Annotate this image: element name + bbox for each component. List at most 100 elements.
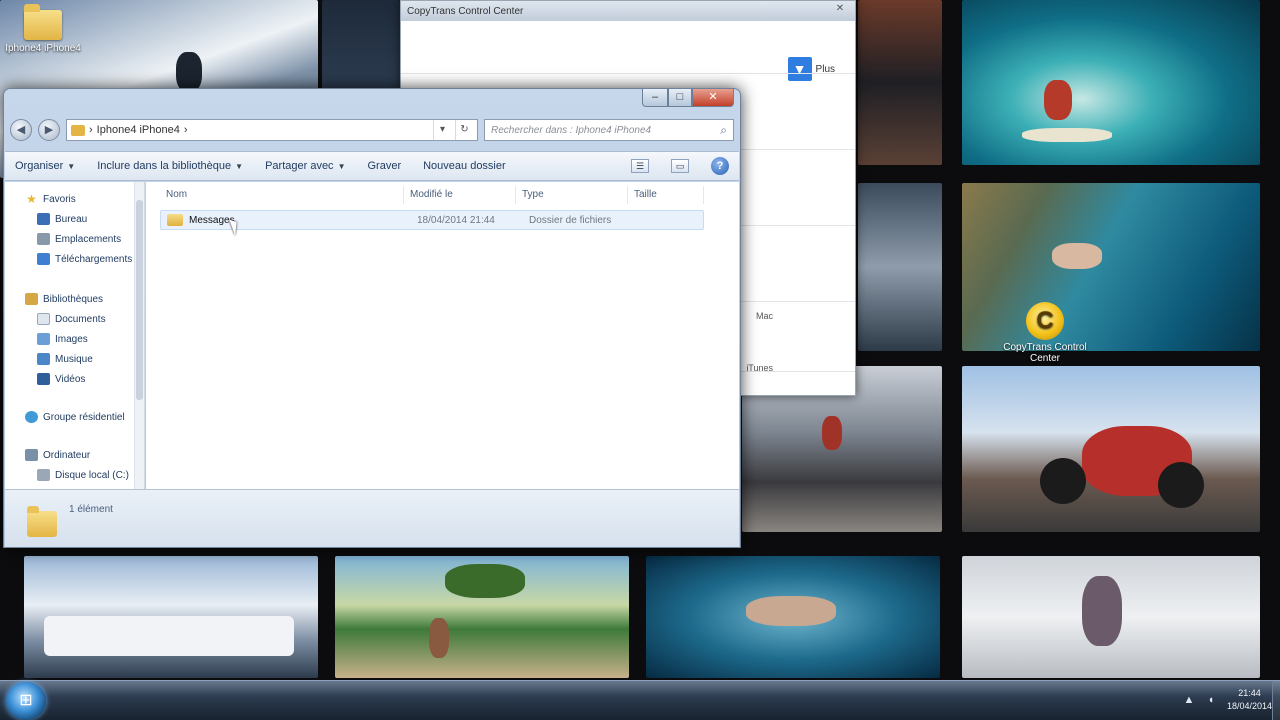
download-icon: ▼ [787, 57, 812, 81]
chevron-down-icon: ▼ [67, 161, 76, 171]
refresh-icon[interactable]: ↻ [455, 120, 473, 140]
clock-date: 18/04/2014 [1226, 701, 1272, 711]
nav-item-computer[interactable]: Ordinateur [25, 446, 90, 464]
wallpaper-photo-surfer [962, 0, 1260, 165]
column-header-name[interactable]: Nom [160, 186, 404, 204]
command-bar: Organiser ▼ Inclure dans la bibliothèque… [5, 151, 739, 181]
details-pane: 1 élément [5, 489, 739, 547]
nav-item-images[interactable]: Images [37, 330, 88, 348]
address-path[interactable]: Iphone4 iPhone4 [97, 124, 180, 136]
address-row: ◀ ▶ › Iphone4 iPhone4 › ▾ ↻ Rechercher d… [10, 117, 734, 143]
desktop-icon-iphone-folder[interactable]: Iphone4 iPhone4 [0, 4, 86, 54]
desktop-icon-control-center[interactable]: C CopyTrans Control Center [1002, 302, 1088, 364]
include-label: Inclure dans la bibliothèque [97, 160, 232, 172]
chevron-down-icon: ▼ [337, 161, 346, 171]
address-separator: › [89, 124, 93, 136]
column-header-modified[interactable]: Modifié le [404, 186, 516, 204]
nav-item-desktop[interactable]: Bureau [37, 210, 87, 228]
disk-icon [37, 469, 50, 481]
address-bar[interactable]: › Iphone4 iPhone4 › ▾ ↻ [66, 119, 478, 141]
nav-item-recent-places[interactable]: Emplacements [37, 230, 121, 248]
search-placeholder: Rechercher dans : Iphone4 iPhone4 [491, 124, 652, 136]
recent-places-icon [37, 233, 50, 245]
taskbar: ⊞ ▲ ◖ 21:44 18/04/2014 [0, 680, 1280, 720]
maximize-button[interactable]: □ [668, 89, 692, 107]
nav-label: Téléchargements [55, 253, 133, 265]
nav-scrollbar-thumb[interactable] [136, 200, 143, 400]
videos-icon [37, 373, 50, 385]
window-caption-buttons: – □ ✕ [642, 89, 734, 107]
nav-label: Documents [55, 313, 106, 325]
show-desktop-button[interactable] [1272, 681, 1280, 720]
nav-scrollbar[interactable] [134, 182, 144, 490]
star-icon: ★ [26, 192, 37, 206]
start-icon: ⊞ [19, 692, 33, 709]
control-center-titlebar: CopyTrans Control Center ✕ [401, 1, 855, 21]
homegroup-icon [25, 411, 38, 423]
search-input[interactable]: Rechercher dans : Iphone4 iPhone4 ⌕ [484, 119, 734, 141]
file-modified: 18/04/2014 21:44 [417, 214, 495, 226]
address-separator: › [183, 124, 188, 136]
burn-label: Graver [367, 160, 402, 172]
close-button[interactable]: ✕ [692, 89, 734, 107]
control-center-item-mac[interactable]: Mac [756, 311, 773, 321]
wallpaper-photo-skier [962, 556, 1260, 678]
nav-label: Groupe résidentiel [43, 411, 125, 423]
wallpaper-photo-palm [335, 556, 629, 678]
minimize-button[interactable]: – [642, 89, 668, 107]
item-count: 1 élément [69, 504, 113, 515]
close-icon[interactable]: ✕ [825, 3, 855, 19]
column-header-type[interactable]: Type [516, 186, 628, 204]
network-icon[interactable]: ▲ [1183, 694, 1195, 706]
nav-item-videos[interactable]: Vidéos [37, 370, 85, 388]
wallpaper-photo-climber [858, 183, 942, 351]
control-center-title: CopyTrans Control Center [407, 5, 524, 17]
help-icon[interactable]: ? [711, 157, 729, 175]
chevron-down-icon[interactable]: ▾ [433, 120, 451, 140]
wallpaper-photo-motocross [962, 366, 1260, 532]
burn-button[interactable]: Graver [367, 160, 401, 172]
images-icon [37, 333, 50, 345]
nav-label: Favoris [43, 193, 76, 205]
search-icon[interactable]: ⌕ [720, 123, 727, 138]
folder-icon [71, 124, 85, 136]
nav-item-music[interactable]: Musique [37, 350, 93, 368]
organize-button[interactable]: Organiser ▼ [15, 160, 75, 172]
forward-icon[interactable]: ▶ [38, 119, 60, 141]
libraries-icon [25, 293, 38, 305]
speaker-icon[interactable]: ◖ [1205, 694, 1217, 706]
share-with-button[interactable]: Partager avec ▼ [265, 160, 345, 172]
nav-item-libraries[interactable]: Bibliothèques [25, 290, 103, 308]
desktop-icon-label: Iphone4 iPhone4 [5, 43, 81, 54]
new-folder-button[interactable]: Nouveau dossier [423, 160, 506, 172]
nav-label: Disque local (C:) [55, 469, 129, 481]
nav-label: Emplacements [55, 233, 122, 245]
table-row[interactable]: Messages 18/04/2014 21:44 Dossier de fic… [160, 210, 704, 230]
file-name: Messages [189, 214, 235, 226]
nav-item-downloads[interactable]: Téléchargements [37, 250, 132, 268]
wallpaper-photo-red [858, 0, 942, 165]
nav-label: Bureau [55, 213, 88, 225]
nav-label: Vidéos [55, 373, 86, 385]
back-icon[interactable]: ◀ [10, 119, 32, 141]
nav-item-favorites[interactable]: ★ Favoris [25, 190, 76, 208]
clock-time: 21:44 [1238, 688, 1261, 698]
preview-pane-icon[interactable]: ▭ [671, 159, 689, 173]
view-icon[interactable]: ☰ [631, 159, 649, 173]
share-label: Partager avec [265, 160, 334, 172]
desktop-icon-label: CopyTrans Control Center [1003, 342, 1087, 364]
copytrans-logo-icon: C [1026, 302, 1064, 340]
nav-item-documents[interactable]: Documents [37, 310, 106, 328]
file-type: Dossier de fichiers [529, 214, 612, 226]
start-button[interactable]: ⊞ [6, 682, 46, 720]
nav-label: Ordinateur [43, 449, 91, 461]
music-icon [37, 353, 50, 365]
clock[interactable]: 21:44 18/04/2014 [1227, 687, 1272, 713]
nav-item-local-disk[interactable]: Disque local (C:) [37, 466, 129, 484]
control-center-item-itunes[interactable]: iTunes [746, 363, 773, 373]
chevron-down-icon: ▼ [235, 161, 244, 171]
control-center-download-button[interactable]: ▼ Plus [787, 57, 835, 81]
nav-item-homegroup[interactable]: Groupe résidentiel [25, 408, 125, 426]
column-header-size[interactable]: Taille [628, 186, 704, 204]
include-in-library-button[interactable]: Inclure dans la bibliothèque ▼ [97, 160, 243, 172]
